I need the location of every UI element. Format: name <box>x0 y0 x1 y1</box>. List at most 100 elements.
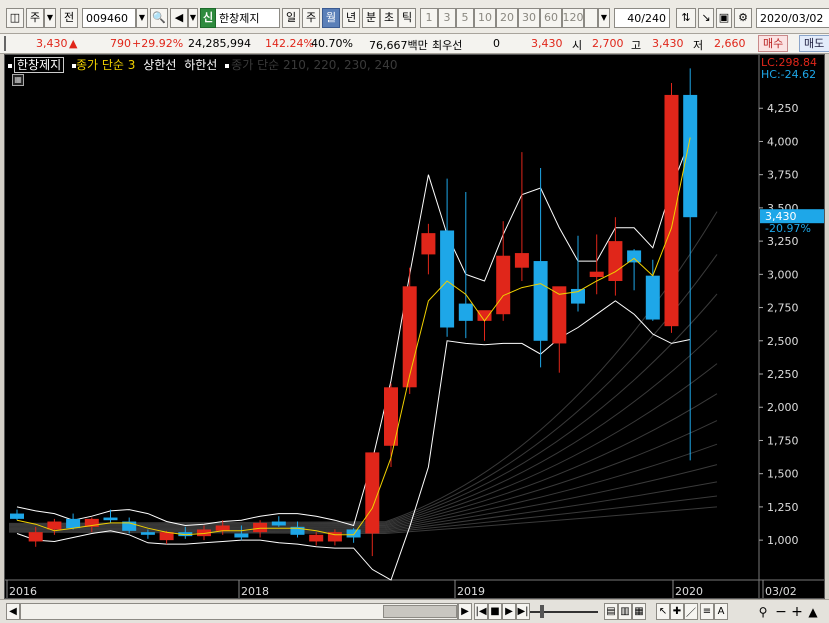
candle-body <box>271 521 286 526</box>
interval-5[interactable]: 5 <box>456 8 474 28</box>
legend-stock-name[interactable]: 한창제지 <box>14 57 65 73</box>
chevron-down-icon[interactable]: ▼ <box>44 8 56 28</box>
candlestick-chart[interactable]: 1,000 1,250 1,500 1,750 2,000 2,250 2,500 2,750… <box>5 55 824 598</box>
interval-30[interactable]: 30 <box>518 8 540 28</box>
trade-amount: 76,667백만 <box>369 39 428 52</box>
up-triangle-icon[interactable]: ▲ <box>806 603 820 620</box>
candle-body <box>140 532 155 535</box>
interval-3[interactable]: 3 <box>438 8 456 28</box>
tab-year[interactable]: 년 <box>342 8 360 28</box>
candle-body <box>589 271 604 277</box>
quote-bar: 3,430 ▲ 790 +29.92% 24,285,994 142.24% 4… <box>0 34 829 54</box>
text-icon[interactable]: A <box>714 603 728 620</box>
period-type-select[interactable]: 주 <box>26 8 44 28</box>
legend-ma[interactable]: 종가 단순 3 <box>76 58 135 72</box>
interval-1[interactable]: 1 <box>420 8 438 28</box>
candle-body <box>496 255 511 315</box>
current-price: 3,430 <box>36 37 68 50</box>
scroll-left-icon[interactable]: ◀ <box>6 603 20 620</box>
y-tick-label: 3,750 <box>767 169 799 182</box>
interval-custom-input[interactable] <box>584 8 598 28</box>
layout-icon[interactable]: ▤ <box>604 603 618 620</box>
tab-second[interactable]: 초 <box>380 8 398 28</box>
candle-body <box>309 534 324 542</box>
grid-settings-icon[interactable]: ▦ <box>12 74 24 86</box>
candle-body <box>365 452 380 534</box>
tab-minute[interactable]: 분 <box>362 8 380 28</box>
candle-body <box>421 233 436 255</box>
chevron-down-icon[interactable]: ▼ <box>136 8 148 28</box>
zoom-icon[interactable]: ⚲ <box>756 603 770 620</box>
tab-day[interactable]: 일 <box>282 8 300 28</box>
cursor-icon[interactable]: ↖ <box>656 603 670 620</box>
sell-button[interactable]: 매도 <box>799 35 829 52</box>
trend-icon[interactable]: ↘ <box>698 8 714 28</box>
minus-icon[interactable]: − <box>774 603 788 620</box>
stock-code-input[interactable]: 009460 <box>82 8 136 28</box>
bar-count-total: /240 <box>641 11 666 25</box>
chevron-down-icon[interactable]: ▼ <box>188 8 198 28</box>
x-tick-label: 2020 <box>675 585 703 598</box>
legend-bullet <box>8 63 12 68</box>
candle-body <box>10 513 24 519</box>
scroll-right-icon[interactable]: ▶ <box>458 603 472 620</box>
candle-body <box>103 517 118 521</box>
interval-60[interactable]: 60 <box>540 8 562 28</box>
long-ma-line <box>8 254 718 525</box>
zoom-slider-handle[interactable] <box>540 605 544 618</box>
y-tick-label: 3,250 <box>767 235 799 248</box>
interval-120[interactable]: 120 <box>562 8 584 28</box>
chart-area[interactable]: 1,000 1,250 1,500 1,750 2,000 2,250 2,500 2,750… <box>4 54 825 599</box>
tab-week[interactable]: 주 <box>302 8 320 28</box>
prev-button[interactable]: 전 <box>60 8 78 28</box>
interval-10[interactable]: 10 <box>474 8 496 28</box>
save-icon[interactable]: ▣ <box>716 8 732 28</box>
chart-type-icon[interactable]: ◫ <box>6 8 24 28</box>
x-tick-label: 2019 <box>457 585 485 598</box>
legend-upper[interactable]: 상한선 <box>143 58 176 72</box>
bar-count-field[interactable]: 40/240 <box>614 8 670 28</box>
layout2-icon[interactable]: ▥ <box>618 603 632 620</box>
interval-20[interactable]: 20 <box>496 8 518 28</box>
up-arrow-icon: ▲ <box>69 37 78 50</box>
last-icon[interactable]: ▶| <box>516 603 530 620</box>
last-price-pct: -20.97% <box>765 222 811 235</box>
date-field[interactable]: 2020/03/02 <box>756 8 829 28</box>
scroll-track[interactable] <box>20 603 458 620</box>
chart-toolbar: ◫ 주 ▼ 전 009460 ▼ 🔍 ◀ ▼ 신 한창제지 일 주 월 년 분 … <box>0 0 829 34</box>
candle-body <box>664 94 679 327</box>
stock-name-field[interactable]: 한창제지 <box>216 8 280 28</box>
legend-ma-long[interactable]: 종가 단순 210, 220, 230, 240 <box>231 58 397 72</box>
chart-scroll-bar: ◀ ▶ |◀ ■ ▶ ▶| ▤ ▥ ▦ ↖ ✚ ／ ≡ A ⚲ − + ▲ <box>0 599 829 623</box>
high-label: 고 <box>631 39 642 52</box>
hc-label: HC:-24.62 <box>761 68 816 81</box>
play-icon[interactable]: ▶ <box>502 603 516 620</box>
bar-count-value: 40 <box>627 11 642 25</box>
ask-price: 3,430 <box>531 37 563 50</box>
first-icon[interactable]: |◀ <box>474 603 488 620</box>
long-ma-line <box>8 363 718 528</box>
upper-band-line <box>16 138 691 527</box>
gear-icon[interactable]: ⚙ <box>734 8 752 28</box>
candle-body <box>552 286 567 344</box>
fib-icon[interactable]: ≡ <box>700 603 714 620</box>
plus-icon[interactable]: + <box>790 603 804 620</box>
chevron-down-icon[interactable]: ▼ <box>598 8 610 28</box>
tab-tick[interactable]: 틱 <box>398 8 416 28</box>
compare-icon[interactable]: ⇅ <box>676 8 696 28</box>
candle-body <box>440 230 455 328</box>
scroll-thumb[interactable] <box>383 605 457 618</box>
buy-button[interactable]: 매수 <box>758 35 789 52</box>
line-icon[interactable]: ／ <box>684 603 698 620</box>
ma-line <box>16 137 691 536</box>
layout3-icon[interactable]: ▦ <box>632 603 646 620</box>
y-tick-label: 4,250 <box>767 102 799 115</box>
stop-icon[interactable]: ■ <box>488 603 502 620</box>
speaker-icon[interactable]: ◀ <box>170 8 188 28</box>
candle-body <box>477 310 492 321</box>
tab-month[interactable]: 월 <box>322 8 340 28</box>
low-label: 저 <box>693 39 704 52</box>
crosshair-icon[interactable]: ✚ <box>670 603 684 620</box>
legend-lower[interactable]: 하한선 <box>184 58 217 72</box>
search-icon[interactable]: 🔍 <box>150 8 168 28</box>
